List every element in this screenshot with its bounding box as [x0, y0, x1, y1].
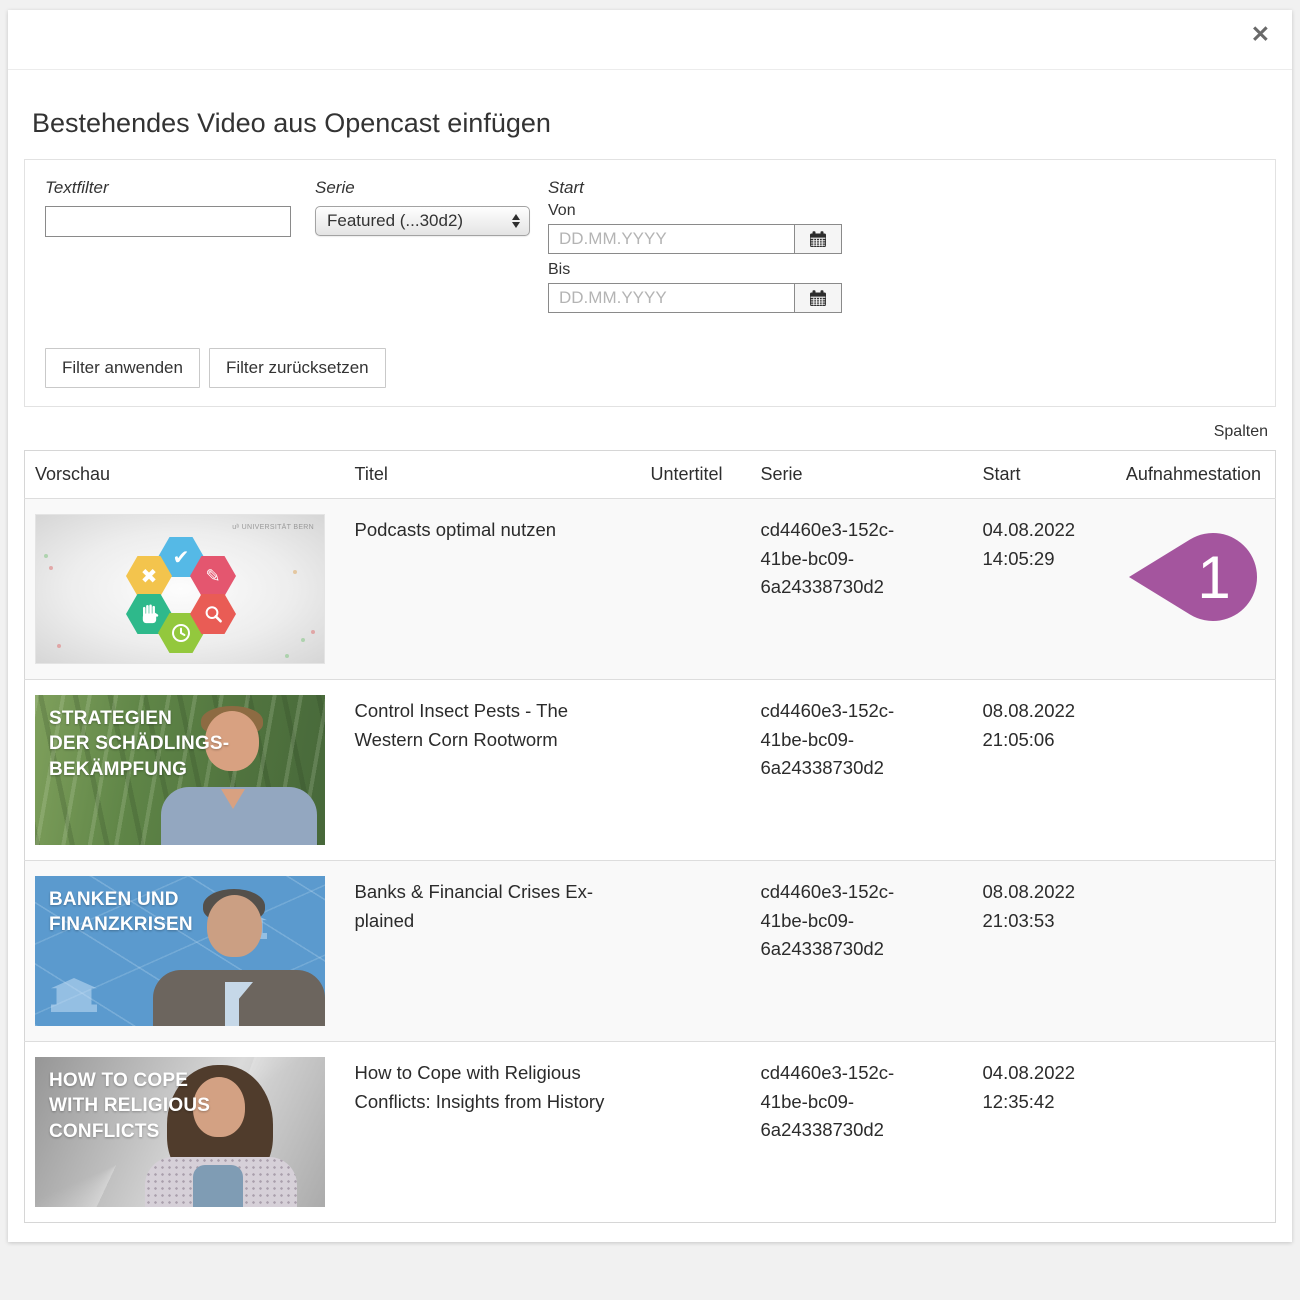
- table-header-row: Vorschau Titel Untertitel Serie Start Au…: [25, 451, 1276, 499]
- video-start: 04.08.2022 14:05:29: [983, 514, 1087, 573]
- video-row-podcasts[interactable]: ✔ ✖ ✎: [25, 499, 1276, 680]
- video-subtitle: [651, 1057, 741, 1059]
- video-start: 08.08.2022 21:05:06: [983, 695, 1087, 754]
- video-subtitle: [651, 876, 741, 878]
- video-subtitle: [651, 514, 741, 516]
- calendar-icon: [809, 231, 827, 248]
- video-title: Control Insect Pests - The Western Corn …: [355, 695, 607, 754]
- header-aufnahmestation: Aufnahmestation: [1097, 451, 1276, 499]
- video-thumbnail: HOW TO COPE WITH RELIGIOUS CONFLICTS: [35, 1057, 325, 1207]
- video-thumbnail: ✔ ✖ ✎: [35, 514, 325, 664]
- video-thumbnail: STRATEGIEN DER SCHÄDLINGS- BEKÄMPFUNG: [35, 695, 325, 845]
- video-station: [1107, 514, 1266, 516]
- von-calendar-button[interactable]: [794, 224, 842, 254]
- opencast-insert-dialog: ✕ Bestehendes Video aus Opencast einfüge…: [8, 10, 1292, 1242]
- video-serie: cd4460e3-152c-41be-bc09-6a24338730d2: [761, 514, 916, 602]
- textfilter-label: Textfilter: [45, 178, 291, 198]
- thumbnail-overlay-text: HOW TO COPE WITH RELIGIOUS CONFLICTS: [49, 1068, 210, 1144]
- video-start: 08.08.2022 21:03:53: [983, 876, 1087, 935]
- video-title: Banks & Financial Crises Ex­plained: [355, 876, 607, 935]
- von-date-input[interactable]: [548, 224, 794, 254]
- dialog-body: Bestehendes Video aus Opencast einfügen …: [8, 108, 1292, 1242]
- close-icon[interactable]: ✕: [1251, 23, 1270, 46]
- select-updown-arrows-icon: [512, 214, 520, 228]
- bis-date-input[interactable]: [548, 283, 794, 313]
- video-row-banks[interactable]: BANKEN UND FINANZKRISEN Banks & Financia…: [25, 861, 1276, 1042]
- header-serie: Serie: [751, 451, 973, 499]
- video-station: [1107, 1057, 1266, 1059]
- thumbnail-overlay-text: STRATEGIEN DER SCHÄDLINGS- BEKÄMPFUNG: [49, 706, 229, 782]
- video-table-wrap: Vorschau Titel Untertitel Serie Start Au…: [24, 450, 1276, 1223]
- bank-building-icon: [51, 978, 97, 1012]
- video-serie: cd4460e3-152c-41be-bc09-6a24338730d2: [761, 1057, 916, 1145]
- university-bern-logo: uᵇ UNIVERSITÄT BERN: [232, 524, 314, 531]
- video-station: [1107, 876, 1266, 878]
- von-label: Von: [548, 202, 842, 220]
- video-station: [1107, 695, 1266, 697]
- video-serie: cd4460e3-152c-41be-bc09-6a24338730d2: [761, 876, 916, 964]
- bis-calendar-button[interactable]: [794, 283, 842, 313]
- serie-label: Serie: [315, 178, 530, 198]
- start-filter-label: Start: [548, 178, 842, 198]
- calendar-icon: [809, 290, 827, 307]
- video-start: 04.08.2022 12:35:42: [983, 1057, 1087, 1116]
- video-subtitle: [651, 695, 741, 697]
- textfilter-input[interactable]: [45, 206, 291, 237]
- header-untertitel: Untertitel: [641, 451, 751, 499]
- video-row-insect-pests[interactable]: STRATEGIEN DER SCHÄDLINGS- BEKÄMPFUNG Co…: [25, 680, 1276, 861]
- bis-label: Bis: [548, 261, 842, 279]
- filter-reset-button[interactable]: Filter zurücksetzen: [209, 348, 386, 388]
- header-titel: Titel: [345, 451, 641, 499]
- dialog-title: Bestehendes Video aus Opencast einfügen: [32, 108, 1276, 139]
- filter-apply-button[interactable]: Filter anwenden: [45, 348, 200, 388]
- video-thumbnail: BANKEN UND FINANZKRISEN: [35, 876, 325, 1026]
- serie-select-value: Featured (...30d2): [327, 211, 463, 231]
- header-vorschau: Vorschau: [25, 451, 345, 499]
- filter-panel: Textfilter Serie Featured (...30d2) Star…: [24, 159, 1276, 407]
- thumbnail-overlay-text: BANKEN UND FINANZKRISEN: [49, 887, 193, 938]
- video-title: Podcasts optimal nutzen: [355, 514, 607, 545]
- video-row-religious-conflicts[interactable]: HOW TO COPE WITH RELIGIOUS CONFLICTS How…: [25, 1042, 1276, 1223]
- video-table: Vorschau Titel Untertitel Serie Start Au…: [24, 450, 1276, 1223]
- columns-toggle[interactable]: Spalten: [1214, 423, 1268, 440]
- header-start: Start: [973, 451, 1097, 499]
- video-serie: cd4460e3-152c-41be-bc09-6a24338730d2: [761, 695, 916, 783]
- video-title: How to Cope with Religious Conflicts: In…: [355, 1057, 607, 1116]
- serie-select[interactable]: Featured (...30d2): [315, 206, 530, 236]
- dialog-header: ✕: [8, 10, 1292, 70]
